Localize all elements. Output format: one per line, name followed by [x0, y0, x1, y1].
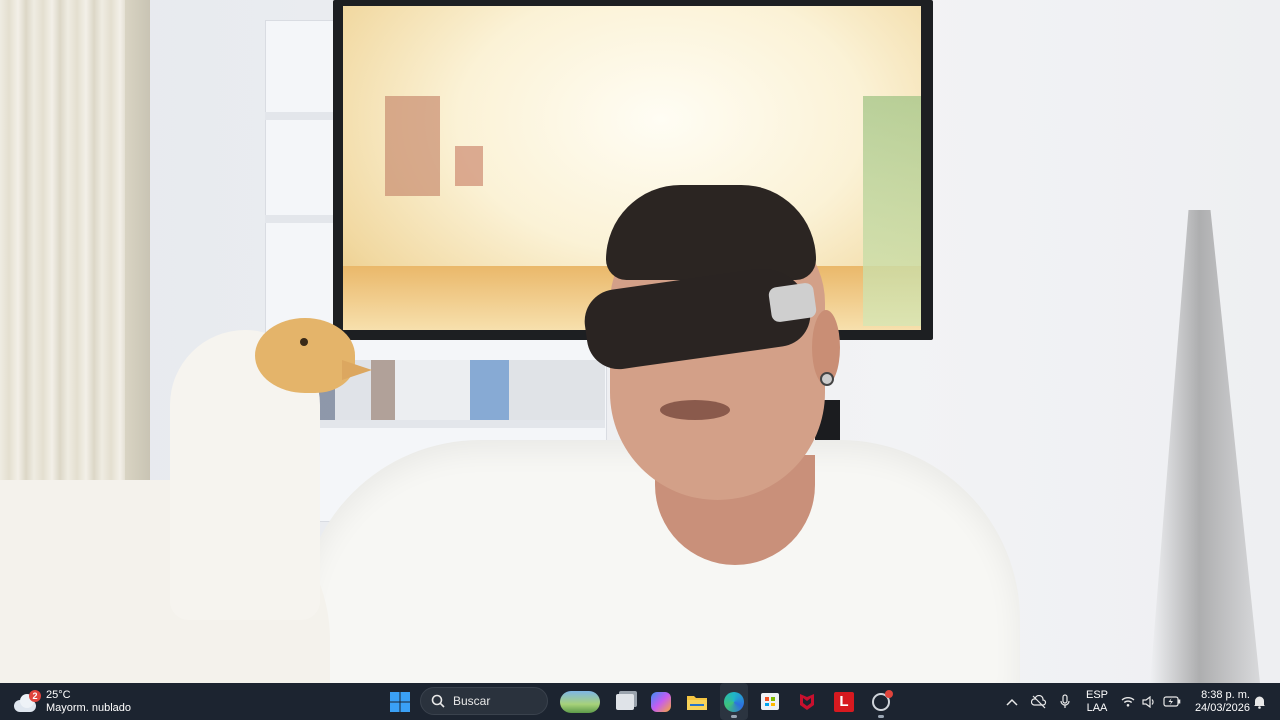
person-hair	[606, 185, 816, 280]
weather-condition: Mayorm. nublado	[46, 701, 131, 714]
clock-time: 8:38 p. m.	[1201, 688, 1250, 701]
widgets-icon	[560, 690, 600, 713]
microsoft-store-icon	[761, 693, 779, 710]
clock-date: 24/03/2026	[1194, 701, 1250, 714]
task-view-button[interactable]	[612, 683, 638, 720]
active-indicator	[731, 715, 737, 718]
volume-icon	[1142, 695, 1154, 708]
microphone-button[interactable]	[1056, 683, 1074, 720]
battery-charging-icon	[1163, 696, 1180, 707]
chrome-canary-icon	[872, 689, 893, 711]
chicken-head	[255, 318, 355, 393]
earring	[820, 372, 834, 386]
start-button[interactable]	[386, 683, 414, 720]
chicken-beak	[342, 360, 372, 380]
weather-widget[interactable]: 2 25°C Mayorm. nublado	[14, 683, 154, 720]
cloud-icon: 2	[14, 689, 41, 712]
language-code: ESP	[1085, 688, 1108, 701]
copilot-button[interactable]	[648, 683, 674, 720]
chicken-eye	[300, 338, 308, 346]
active-indicator	[878, 715, 884, 718]
taskbar-search-box[interactable]: Buscar	[420, 687, 548, 715]
mcafee-button[interactable]	[794, 683, 820, 720]
l-app-button[interactable]: L	[831, 683, 857, 720]
clock[interactable]: 8:38 p. m. 24/03/2026	[1188, 683, 1250, 720]
webcam-video-frame	[0, 0, 1280, 683]
chrome-canary-button[interactable]	[868, 683, 894, 720]
file-explorer-icon	[687, 695, 707, 710]
widgets-button[interactable]	[558, 683, 602, 720]
notification-badge: 2	[29, 689, 41, 702]
windows-logo-icon	[390, 691, 410, 712]
l-app-icon: L	[834, 691, 854, 712]
curtain-edge	[125, 0, 150, 520]
wall-shadow	[1150, 210, 1260, 683]
microphone-icon	[1060, 694, 1070, 708]
microsoft-store-button[interactable]	[757, 683, 783, 720]
quick-settings-button[interactable]	[1118, 683, 1184, 720]
taskbar: 2 25°C Mayorm. nublado Buscar L ESP LAA …	[0, 683, 1280, 720]
file-explorer-button[interactable]	[684, 683, 710, 720]
weather-temperature: 25°C	[46, 688, 71, 701]
wifi-icon	[1121, 697, 1135, 707]
edge-browser-icon	[724, 691, 744, 712]
keyboard-layout: LAA	[1086, 701, 1108, 714]
copilot-icon	[651, 691, 671, 712]
cloud-sync-off-button[interactable]	[1028, 683, 1050, 720]
show-hidden-icons-button[interactable]	[1003, 683, 1021, 720]
sunglasses-hinge	[767, 282, 818, 323]
edge-browser-button[interactable]	[720, 683, 748, 720]
person-mouth	[660, 400, 730, 420]
task-view-icon	[616, 693, 634, 710]
mcafee-icon	[800, 693, 814, 710]
search-icon	[431, 694, 445, 708]
search-label: Buscar	[453, 694, 491, 708]
chevron-up-icon	[1006, 698, 1018, 706]
cloud-off-icon	[1031, 694, 1047, 708]
input-language-button[interactable]: ESP LAA	[1082, 683, 1112, 720]
notifications-button[interactable]	[1250, 683, 1268, 720]
bell-icon	[1253, 696, 1265, 709]
